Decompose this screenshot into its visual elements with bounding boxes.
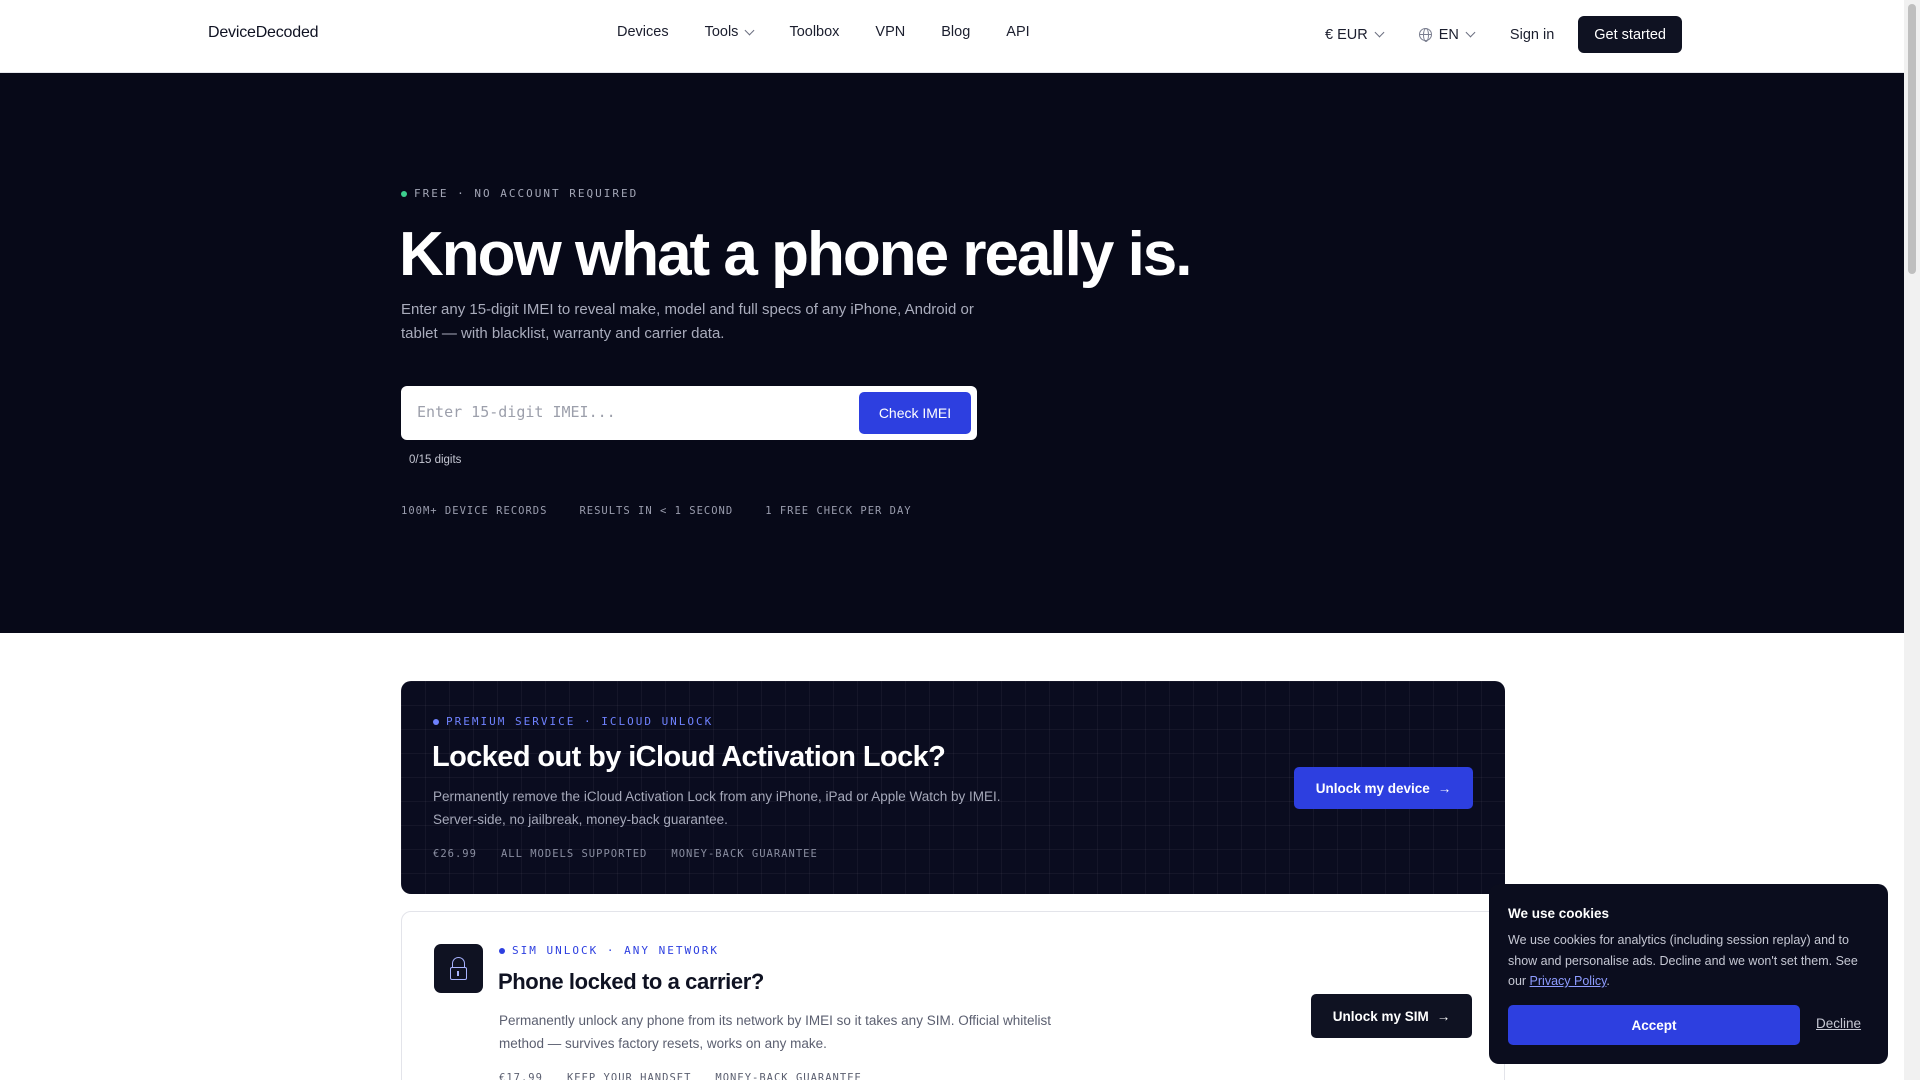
page-scrollbar[interactable] <box>1904 0 1920 1080</box>
hero-eyebrow-text: FREE · NO ACCOUNT REQUIRED <box>414 187 639 200</box>
sim-card-tag-text: SIM UNLOCK · ANY NETWORK <box>512 944 719 957</box>
arrow-right-icon: → <box>1437 780 1452 796</box>
icloud-unlock-card: PREMIUM SERVICE · ICLOUD UNLOCK Locked o… <box>401 681 1505 894</box>
icloud-guarantee: MONEY-BACK GUARANTEE <box>671 848 818 860</box>
hero-lead: Enter any 15-digit IMEI to reveal make, … <box>401 301 974 342</box>
nav-link-tools-label: Tools <box>704 24 739 40</box>
get-started-button[interactable]: Get started <box>1578 16 1682 53</box>
language-selector[interactable]: EN <box>1418 26 1476 43</box>
stat-records: 100M+ DEVICE RECORDS <box>401 505 548 517</box>
icloud-price: €26.99 <box>433 848 477 860</box>
sign-in-link[interactable]: Sign in <box>1510 27 1554 43</box>
sim-card-description: Permanently unlock any phone from its ne… <box>499 1013 1051 1051</box>
privacy-policy-link[interactable]: Privacy Policy <box>1530 974 1607 988</box>
status-dot-icon <box>401 190 407 197</box>
icloud-card-tag-text: PREMIUM SERVICE · ICLOUD UNLOCK <box>446 715 714 728</box>
currency-label: € EUR <box>1325 26 1368 43</box>
language-label: EN <box>1438 26 1459 43</box>
scrollbar-thumb[interactable] <box>1908 4 1916 274</box>
unlock-sim-button[interactable]: Unlock my SIM → <box>1311 994 1472 1038</box>
imei-input[interactable] <box>417 396 837 428</box>
unlock-device-button[interactable]: Unlock my device → <box>1294 767 1473 809</box>
status-dot-icon <box>433 718 439 725</box>
lock-icon <box>434 944 483 993</box>
hero-section: FREE · NO ACCOUNT REQUIRED Know what a p… <box>0 73 1904 633</box>
stat-free-check: 1 FREE CHECK PER DAY <box>765 505 912 517</box>
sim-card-title: Phone locked to a carrier? <box>498 969 764 994</box>
decline-cookies-button[interactable]: Decline <box>1816 1016 1861 1031</box>
nav-link-api[interactable]: API <box>1006 24 1029 40</box>
cookie-text: We use cookies for analytics (including … <box>1508 930 1873 992</box>
unlock-device-label: Unlock my device <box>1315 780 1430 796</box>
accept-cookies-button[interactable]: Accept <box>1508 1005 1800 1045</box>
site-logo[interactable]: DeviceDecoded <box>208 24 319 42</box>
stat-speed: RESULTS IN < 1 SECOND <box>579 505 734 517</box>
nav-link-devices[interactable]: Devices <box>617 24 669 40</box>
sim-card-meta: €17.99 KEEP YOUR HANDSET MONEY-BACK GUAR… <box>499 1072 886 1080</box>
top-navbar: DeviceDecoded Devices Tools Toolbox VPN … <box>0 0 1904 73</box>
hero-eyebrow: FREE · NO ACCOUNT REQUIRED <box>401 187 638 200</box>
chevron-down-icon <box>1374 27 1385 38</box>
sim-unlock-card: SIM UNLOCK · ANY NETWORK Phone locked to… <box>401 911 1505 1080</box>
cookie-banner: We use cookies We use cookies for analyt… <box>1489 884 1888 1064</box>
main-nav: Devices Tools Toolbox VPN Blog API <box>617 24 1066 40</box>
nav-link-tools[interactable]: Tools <box>704 24 755 40</box>
hero-title: Know what a phone really is. <box>399 220 1193 289</box>
currency-selector[interactable]: € EUR <box>1325 26 1385 43</box>
imei-search-box: Check IMEI <box>401 386 977 440</box>
hero-stats: 100M+ DEVICE RECORDS RESULTS IN < 1 SECO… <box>401 505 944 517</box>
cookie-text-end: . <box>1606 974 1610 988</box>
sim-guarantee: MONEY-BACK GUARANTEE <box>715 1072 862 1080</box>
nav-actions: € EUR EN Sign in Get started <box>1325 16 1682 53</box>
sim-card-tag: SIM UNLOCK · ANY NETWORK <box>499 944 719 957</box>
icloud-card-tag: PREMIUM SERVICE · ICLOUD UNLOCK <box>433 715 713 728</box>
chevron-down-icon <box>1465 27 1476 38</box>
cookie-title: We use cookies <box>1508 906 1610 921</box>
sim-keep-handset: KEEP YOUR HANDSET <box>566 1072 692 1080</box>
status-dot-icon <box>499 947 505 954</box>
nav-link-vpn[interactable]: VPN <box>875 24 905 40</box>
chevron-down-icon <box>744 25 755 35</box>
icloud-card-title: Locked out by iCloud Activation Lock? <box>432 741 946 773</box>
digit-counter: 0/15 digits <box>409 454 462 466</box>
unlock-sim-label: Unlock my SIM <box>1332 1008 1429 1024</box>
sim-price: €17.99 <box>499 1072 543 1080</box>
nav-link-toolbox[interactable]: Toolbox <box>789 24 839 40</box>
icloud-card-description: Permanently remove the iCloud Activation… <box>433 789 1001 827</box>
icloud-models: ALL MODELS SUPPORTED <box>500 848 648 860</box>
globe-icon <box>1418 28 1432 42</box>
check-imei-button[interactable]: Check IMEI <box>859 392 971 434</box>
arrow-right-icon: → <box>1436 1008 1451 1024</box>
nav-link-blog[interactable]: Blog <box>941 24 970 40</box>
icloud-card-meta: €26.99 ALL MODELS SUPPORTED MONEY-BACK G… <box>433 848 842 860</box>
